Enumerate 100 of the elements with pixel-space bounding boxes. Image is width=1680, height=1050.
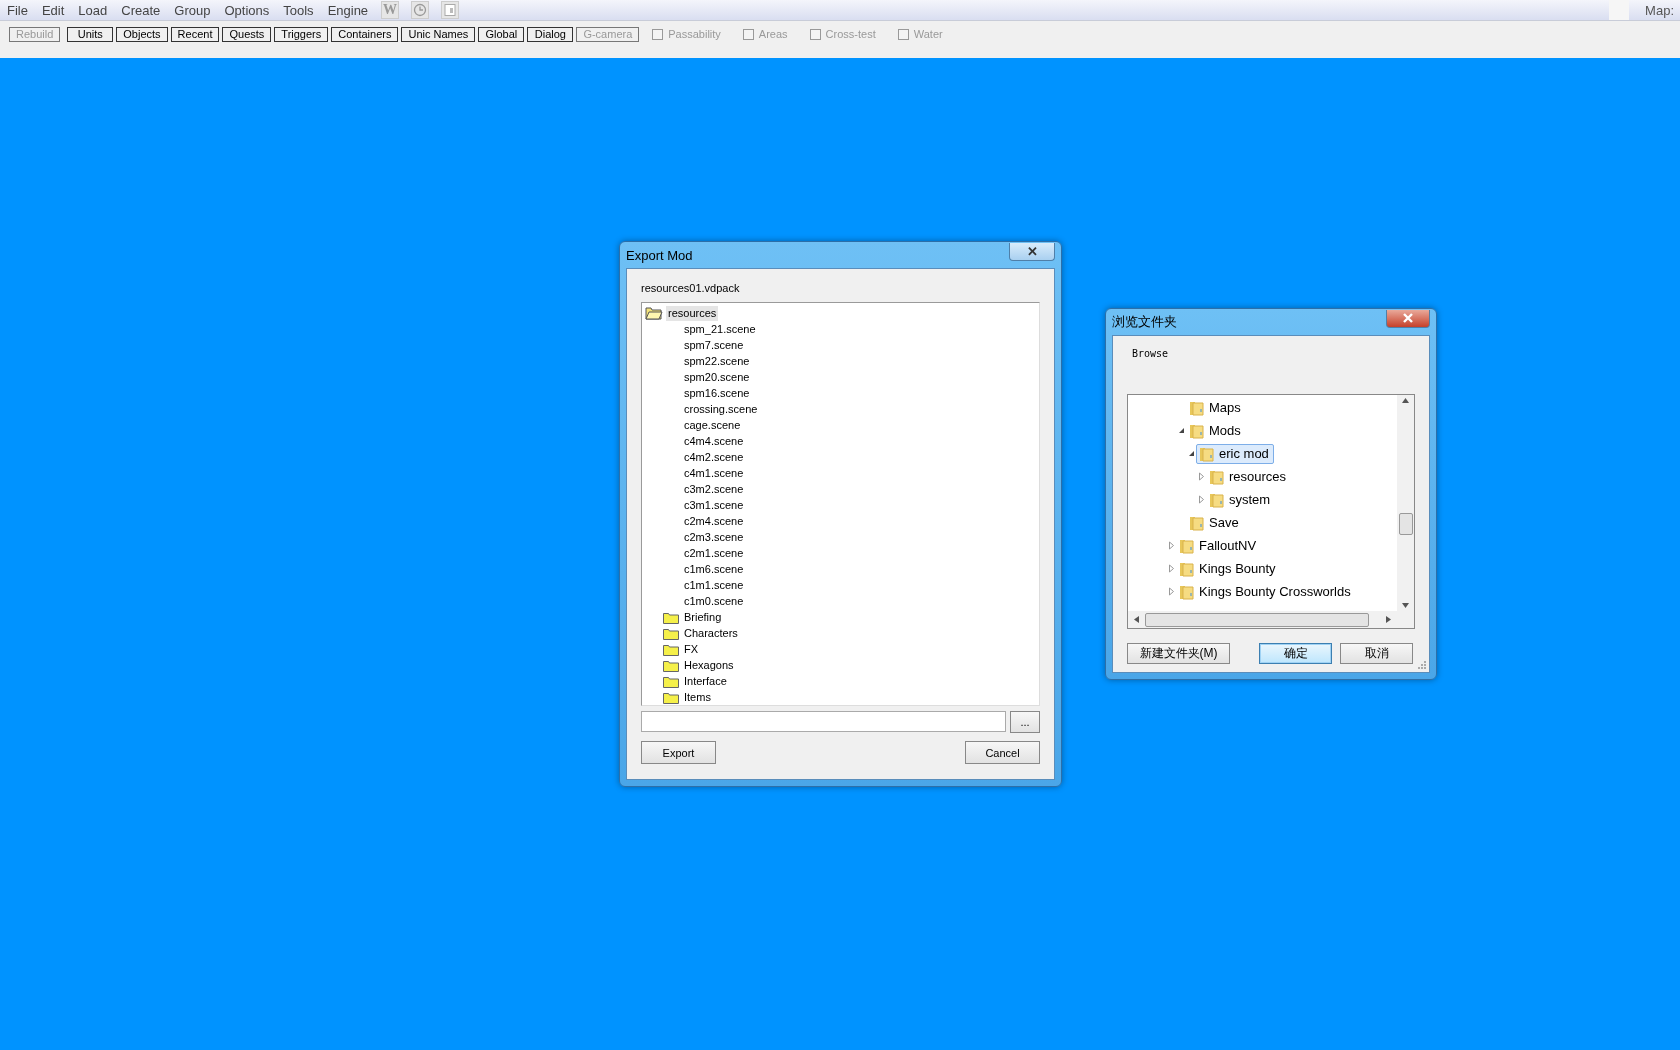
tree-item[interactable]: Interface <box>682 673 729 689</box>
toolbar-button[interactable]: Quests <box>222 27 272 42</box>
toolbar-button[interactable]: Triggers <box>274 27 329 42</box>
folder-icon <box>663 610 679 624</box>
tree-item[interactable]: resources <box>1206 466 1292 487</box>
close-icon <box>1402 313 1414 323</box>
tree-item[interactable]: Characters <box>682 625 740 641</box>
tree-item[interactable]: c2m4.scene <box>682 513 746 529</box>
tree-item[interactable]: spm_21.scene <box>682 321 758 337</box>
menu-item[interactable]: Tools <box>276 2 321 18</box>
folder-icon <box>1179 583 1194 600</box>
folder-icon <box>1179 537 1194 554</box>
checkbox-label: Passability <box>668 27 721 40</box>
scroll-down-icon[interactable] <box>1402 603 1409 608</box>
resize-grip-icon <box>1417 660 1427 670</box>
action-button[interactable]: 新建文件夹(M) <box>1127 643 1230 664</box>
toolbar-button[interactable]: Objects <box>116 27 168 42</box>
folder-icon <box>1189 514 1204 531</box>
tree-item[interactable]: cage.scene <box>682 417 743 433</box>
checkbox-label: Cross-test <box>825 27 876 40</box>
file-name-label: resources01.vdpack <box>641 281 741 296</box>
tree-item[interactable]: Maps <box>1186 397 1246 418</box>
path-input-field[interactable] <box>641 711 1006 732</box>
menu-item[interactable]: Options <box>217 2 277 18</box>
tree-item[interactable]: Briefing <box>682 609 724 625</box>
tree-item[interactable]: Mods <box>1186 420 1246 441</box>
tree-item[interactable]: Hexagons <box>682 657 736 673</box>
collapsed-arrow-icon[interactable] <box>1166 541 1176 550</box>
horizontal-scrollbar[interactable] <box>1128 611 1414 628</box>
collapsed-arrow-icon[interactable] <box>1196 472 1206 481</box>
tree-item[interactable]: Items <box>682 689 713 705</box>
window-title: Export Mod <box>626 247 693 263</box>
scroll-up-icon[interactable] <box>1402 398 1409 403</box>
tree-item[interactable]: spm7.scene <box>682 337 746 353</box>
folder-icon <box>1209 468 1224 485</box>
folder-icon <box>663 642 679 656</box>
toolbar-button[interactable]: Containers <box>331 27 399 42</box>
action-button[interactable]: Cancel <box>965 741 1040 764</box>
folder-icon <box>663 690 679 704</box>
folder-icon <box>1189 422 1204 439</box>
action-button[interactable]: Export <box>641 741 716 764</box>
clock-icon[interactable] <box>411 1 430 19</box>
close-button[interactable] <box>1386 309 1430 328</box>
toolbar-button[interactable]: Unic Names <box>401 27 476 42</box>
toolbar-button[interactable]: Units <box>67 27 114 42</box>
tree-item[interactable]: resources <box>666 305 719 321</box>
scrollbar-thumb[interactable] <box>1399 513 1413 535</box>
toolbar-button[interactable]: Global <box>478 27 525 42</box>
folder-icon <box>663 626 679 640</box>
toolbar-button[interactable]: Dialog <box>527 27 574 42</box>
menu-item[interactable]: Group <box>167 2 218 18</box>
tree-item[interactable]: c1m6.scene <box>682 561 746 577</box>
checkbox-label: Water <box>913 27 943 40</box>
map-label: Map: <box>1644 2 1675 18</box>
tree-item[interactable]: spm22.scene <box>682 353 752 369</box>
toolbar-button[interactable]: Recent <box>170 27 220 42</box>
collapsed-arrow-icon[interactable] <box>1166 564 1176 573</box>
prompt-text: Browse <box>1131 347 1170 361</box>
folder-icon <box>1199 445 1214 462</box>
tree-item[interactable]: system <box>1206 489 1276 510</box>
browse-button[interactable]: ... <box>1010 711 1040 733</box>
tree-item[interactable]: c2m3.scene <box>682 529 746 545</box>
window-title: 浏览文件夹 <box>1112 313 1177 331</box>
menu-item[interactable]: Create <box>114 2 168 18</box>
menu-item[interactable]: Edit <box>34 2 72 18</box>
menu-item[interactable]: Engine <box>320 2 376 18</box>
tree-item[interactable]: Kings Bounty <box>1176 558 1281 579</box>
scroll-left-icon[interactable] <box>1134 616 1139 623</box>
tree-item[interactable]: c1m1.scene <box>682 577 746 593</box>
folder-icon <box>663 674 679 688</box>
scrollbar-thumb[interactable] <box>1145 612 1369 627</box>
tree-item[interactable]: Kings Bounty Crossworlds <box>1176 581 1356 602</box>
tree-item[interactable]: eric mod <box>1196 443 1274 464</box>
scroll-right-icon[interactable] <box>1386 616 1391 623</box>
folder-icon <box>1179 560 1194 577</box>
checkbox-label: Areas <box>758 27 788 40</box>
collapsed-arrow-icon[interactable] <box>1196 495 1206 504</box>
close-button[interactable]: ✕ <box>1009 242 1055 261</box>
tree-item[interactable]: crossing.scene <box>682 401 760 417</box>
tree-item[interactable]: c2m1.scene <box>682 545 746 561</box>
menu-item[interactable]: Load <box>71 2 115 18</box>
window-icon[interactable] <box>441 1 460 19</box>
tree-item[interactable]: c3m1.scene <box>682 497 746 513</box>
tree-item[interactable]: spm16.scene <box>682 385 752 401</box>
tree-item[interactable]: c4m1.scene <box>682 465 746 481</box>
open-folder-icon <box>645 306 663 320</box>
tree-item[interactable]: c1m0.scene <box>682 593 746 609</box>
tree-item[interactable]: FX <box>682 641 701 657</box>
tree-item[interactable]: c3m2.scene <box>682 481 746 497</box>
action-button[interactable]: 确定 <box>1259 643 1332 664</box>
tree-item[interactable]: c4m2.scene <box>682 449 746 465</box>
tree-item[interactable]: FalloutNV <box>1176 535 1262 556</box>
action-button[interactable]: 取消 <box>1340 643 1413 664</box>
tree-item[interactable]: Save <box>1186 512 1244 533</box>
folder-icon <box>1209 491 1224 508</box>
menu-item[interactable]: File <box>0 2 35 18</box>
vertical-scrollbar[interactable] <box>1397 395 1414 611</box>
tree-item[interactable]: c4m4.scene <box>682 433 746 449</box>
collapsed-arrow-icon[interactable] <box>1166 587 1176 596</box>
tree-item[interactable]: spm20.scene <box>682 369 752 385</box>
